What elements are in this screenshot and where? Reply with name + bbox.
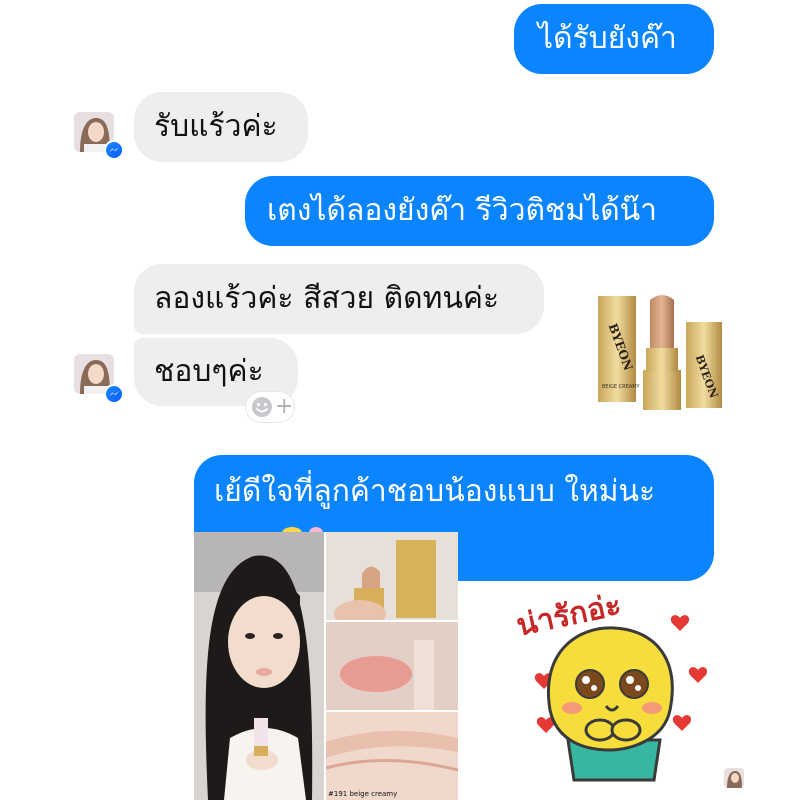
message-text: ชอบๆค่ะ	[154, 354, 264, 389]
add-reaction-button[interactable]: +	[246, 392, 294, 422]
review-selfie-photo[interactable]	[194, 532, 324, 800]
arm-swatch-photo[interactable]	[326, 622, 458, 710]
message-text: เย้ดีใจที่ลูกค้าชอบน้องแบบ ใหม่นะ	[214, 474, 656, 509]
message-text: เตงได้ลองยังค๊า รีวิวติชมได้น๊า	[267, 193, 658, 228]
product-image[interactable]: BYEON BYEON BEIGE CREAMY	[590, 286, 730, 414]
messenger-badge-icon	[104, 384, 124, 404]
incoming-message-bubble[interactable]: ลองแร้วค่ะ สีสวย ติดทนค่ะ	[134, 264, 544, 334]
review-photo-collage[interactable]: #191 beige creamy	[194, 532, 458, 800]
incoming-message-bubble[interactable]: รับแร้วค่ะ	[134, 92, 308, 162]
cute-character-sticker[interactable]: น่ารักอ่ะ	[510, 587, 720, 790]
messenger-badge-icon	[104, 140, 124, 160]
add-reaction-icon: +	[275, 394, 294, 419]
outgoing-message-bubble[interactable]: เตงได้ลองยังค๊า รีวิวติชมได้น๊า	[245, 176, 714, 246]
review-photo-caption: #191 beige creamy	[328, 790, 398, 798]
product-name-label: BEIGE CREAMY	[602, 384, 640, 390]
lipstick-closeup-photo[interactable]	[326, 532, 458, 620]
hand-swatch-photo[interactable]: #191 beige creamy	[326, 712, 458, 800]
message-text: รับแร้วค่ะ	[154, 109, 278, 144]
message-text: ลองแร้วค่ะ สีสวย ติดทนค่ะ	[154, 281, 500, 316]
read-receipt-avatar	[724, 768, 744, 788]
message-text: ได้รับยังค๊า	[538, 21, 677, 56]
outgoing-message-bubble[interactable]: ได้รับยังค๊า	[514, 4, 714, 74]
